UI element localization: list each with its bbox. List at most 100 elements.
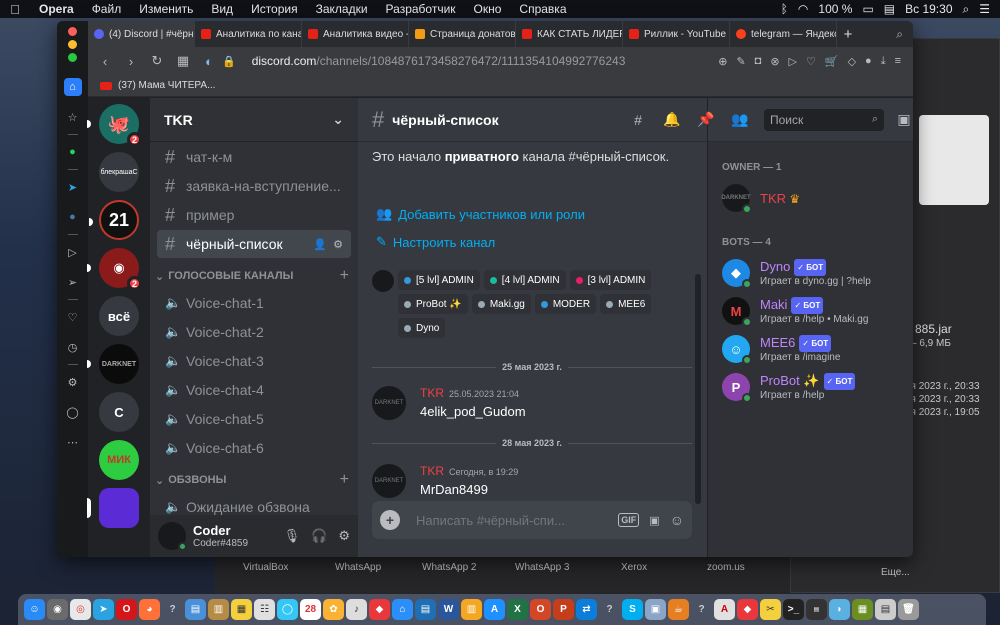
- notes-icon[interactable]: ▥: [208, 599, 229, 620]
- trash-icon[interactable]: 🗑: [898, 599, 919, 620]
- teamviewer-icon[interactable]: ⇄: [576, 599, 597, 620]
- star-icon[interactable]: ☆: [64, 108, 82, 126]
- bookmark-item[interactable]: (37) Мама ЧИТЕРА...: [118, 80, 215, 91]
- zoom-icon[interactable]: ⊕: [718, 55, 727, 68]
- skype-icon[interactable]: S: [622, 599, 643, 620]
- heart-icon[interactable]: ♡: [64, 308, 82, 326]
- role-chip[interactable]: [3 lvl] ADMIN: [569, 270, 652, 290]
- microphone-icon[interactable]: 🎙: [284, 528, 301, 544]
- voice-channel[interactable]: 🔈 Voice-chat-3: [157, 347, 351, 375]
- telegram-icon[interactable]: ➤: [93, 599, 114, 620]
- avatar[interactable]: DARKNET: [372, 386, 406, 420]
- menu-bookmarks[interactable]: Закладки: [307, 2, 377, 16]
- role-chip[interactable]: MODER: [534, 294, 597, 314]
- word-icon[interactable]: W: [438, 599, 459, 620]
- profile-icon[interactable]: ●: [865, 55, 872, 68]
- tab-youtube-rillik[interactable]: Риллик - YouTube: [623, 21, 730, 47]
- guild-icon[interactable]: блекрашаС: [99, 152, 139, 192]
- search-input[interactable]: Поиск ⌕: [764, 108, 884, 131]
- scissors-icon[interactable]: ✂: [760, 599, 781, 620]
- app-label[interactable]: WhatsApp 3: [515, 562, 569, 573]
- more-icon[interactable]: ⋯: [64, 433, 82, 451]
- acrobat-icon[interactable]: A: [714, 599, 735, 620]
- menu-history[interactable]: История: [242, 2, 307, 16]
- activity-icon[interactable]: ▤: [806, 599, 827, 620]
- role-chip[interactable]: Maki.gg: [471, 294, 531, 314]
- tab-discord[interactable]: (4) Discord | #чёрн: [88, 21, 195, 47]
- tab-youtube-analytics[interactable]: Аналитика по кана: [195, 21, 302, 47]
- inbox-icon[interactable]: ▣: [894, 111, 913, 128]
- channel-chat-k-m[interactable]: # чат-к-м: [157, 143, 351, 171]
- message-author[interactable]: TKR: [420, 464, 444, 478]
- keyboard-icon[interactable]: ▤: [415, 599, 436, 620]
- chrome-icon[interactable]: ◎: [70, 599, 91, 620]
- menu-icon[interactable]: ≡: [895, 55, 901, 68]
- category-voice[interactable]: ⌄ ГОЛОСОВЫЕ КАНАЛЫ +: [150, 264, 358, 288]
- block-icon[interactable]: ⊗: [770, 55, 779, 68]
- cube-icon[interactable]: ◇: [848, 55, 856, 68]
- message-input[interactable]: + Написать #чёрный-спи... GIF ▣ ☺: [372, 501, 692, 539]
- app-label[interactable]: VirtualBox: [243, 562, 288, 573]
- role-chip[interactable]: [5 lvl] ADMIN: [398, 270, 480, 290]
- add-channel-icon[interactable]: +: [340, 471, 349, 489]
- app-store-icon[interactable]: A: [484, 599, 505, 620]
- tab-yandex[interactable]: telegram — Яндекс: [730, 21, 837, 47]
- telegram-icon[interactable]: ➤: [64, 178, 82, 196]
- terminal-icon[interactable]: >_: [783, 599, 804, 620]
- control-center-icon[interactable]: ☰: [979, 2, 990, 16]
- guild-icon[interactable]: МИК: [99, 440, 139, 480]
- excel-icon[interactable]: X: [507, 599, 528, 620]
- tabs-grid-icon[interactable]: ▦: [170, 53, 196, 69]
- new-tab-button[interactable]: +: [837, 26, 859, 43]
- threads-icon[interactable]: #: [628, 112, 648, 128]
- settings-icon[interactable]: ⚙: [64, 373, 82, 391]
- powerpoint-icon[interactable]: P: [553, 599, 574, 620]
- app-label[interactable]: Xerox: [621, 562, 647, 573]
- role-chip[interactable]: [4 lvl] ADMIN: [483, 270, 566, 290]
- clock[interactable]: Вс 19:30: [905, 2, 952, 16]
- guild-icon[interactable]: С: [99, 392, 139, 432]
- edit-icon[interactable]: ✎: [736, 55, 745, 68]
- unknown-app-icon[interactable]: ?: [599, 599, 620, 620]
- app-label[interactable]: WhatsApp 2: [422, 562, 476, 573]
- url-field[interactable]: discord.com/channels/1084876173458276472…: [252, 54, 626, 68]
- books-icon[interactable]: ▥: [461, 599, 482, 620]
- user-settings-icon[interactable]: ⚙: [338, 528, 350, 544]
- firefox-icon[interactable]: ◕: [139, 599, 160, 620]
- voice-channel[interactable]: 🔈 Voice-chat-5: [157, 405, 351, 433]
- avatar[interactable]: DARKNET: [372, 464, 406, 498]
- category-obzvon[interactable]: ⌄ ОБЗВОНЫ +: [150, 468, 358, 492]
- download-icon[interactable]: ⤓: [881, 55, 886, 68]
- guild-icon[interactable]: 🐙 2: [87, 104, 142, 147]
- vpn-icon[interactable]: ◐: [196, 54, 222, 69]
- minecraft-icon[interactable]: ▦: [852, 599, 873, 620]
- voice-channel[interactable]: 🔈 Voice-chat-1: [157, 289, 351, 317]
- headphones-icon[interactable]: 🎧: [311, 528, 327, 544]
- language-flag-icon[interactable]: ▤: [884, 2, 895, 16]
- history-icon[interactable]: ◷: [64, 338, 82, 356]
- role-chip[interactable]: ProBot ✨: [398, 294, 468, 314]
- bell-icon[interactable]: 🔔: [662, 111, 682, 128]
- home-icon[interactable]: ⌂: [63, 78, 82, 96]
- wifi-icon[interactable]: ◠: [798, 2, 808, 16]
- sheet-music-icon[interactable]: ♪: [346, 599, 367, 620]
- minimize-window-icon[interactable]: [68, 40, 77, 49]
- gif-button[interactable]: GIF: [618, 513, 640, 527]
- office-icon[interactable]: O: [530, 599, 551, 620]
- apple-icon[interactable]: : [0, 2, 30, 17]
- add-members-link[interactable]: 👥 Добавить участников или роли: [376, 206, 585, 222]
- menu-opera[interactable]: Opera: [30, 2, 83, 16]
- server-header[interactable]: TKR ⌄: [150, 98, 358, 142]
- gear-icon[interactable]: ⚙: [333, 238, 343, 251]
- sticker-icon[interactable]: ▣: [649, 514, 659, 527]
- members-icon[interactable]: 👥: [730, 111, 750, 128]
- tab-search-icon[interactable]: ⌕: [896, 27, 913, 42]
- keynote-icon[interactable]: ⌂: [392, 599, 413, 620]
- share-icon[interactable]: ▷: [789, 55, 797, 68]
- anydesk-icon[interactable]: ◆: [369, 599, 390, 620]
- opera-icon[interactable]: O: [116, 599, 137, 620]
- voice-channel[interactable]: 🔈 Voice-chat-2: [157, 318, 351, 346]
- anydesk-icon[interactable]: ◆: [737, 599, 758, 620]
- menu-help[interactable]: Справка: [510, 2, 575, 16]
- add-attachment-icon[interactable]: +: [380, 510, 400, 530]
